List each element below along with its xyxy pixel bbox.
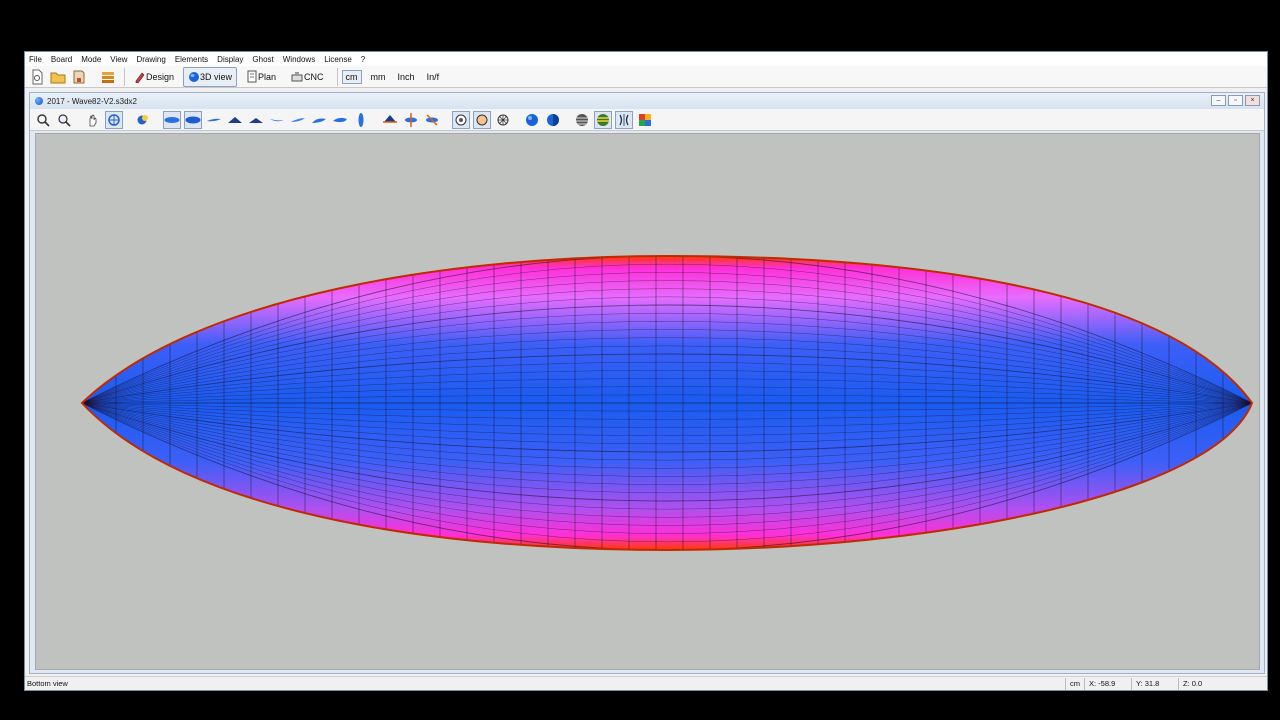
axis-y-icon[interactable] (402, 111, 420, 129)
unit-cm-button[interactable]: cm (341, 69, 362, 84)
shading-flat-icon[interactable] (473, 110, 491, 129)
document-title-bar: 2017 - Wave82-V2.s3dx2 – ▫ × (30, 93, 1264, 109)
menu-display[interactable]: Display (217, 55, 243, 64)
tail-view-icon[interactable] (331, 111, 349, 129)
front-view-icon[interactable] (226, 111, 244, 129)
surfboard-bottom-render[interactable] (36, 134, 1259, 669)
colors-icon[interactable] (636, 111, 654, 129)
mode-cnc-button[interactable]: CNC (285, 67, 329, 87)
menu-bar: File Board Mode View Drawing Elements Di… (25, 52, 1267, 66)
menu-ghost[interactable]: Ghost (252, 55, 273, 64)
document-icon (35, 97, 43, 105)
perspective-left-icon[interactable] (289, 111, 307, 129)
axis-x-icon[interactable] (381, 111, 399, 129)
pan-hand-icon[interactable] (84, 111, 102, 129)
open-file-icon[interactable] (49, 68, 67, 86)
menu-help[interactable]: ? (361, 55, 365, 64)
app-window: File Board Mode View Drawing Elements Di… (24, 51, 1268, 691)
edge-view-icon[interactable] (352, 111, 370, 129)
status-unit: cm (1065, 678, 1084, 690)
shading-smooth-icon[interactable] (452, 110, 470, 129)
menu-license[interactable]: License (324, 55, 352, 64)
minimize-button[interactable]: – (1211, 95, 1226, 106)
side-view-icon[interactable] (205, 111, 223, 129)
menu-file[interactable]: File (29, 55, 42, 64)
save-file-icon[interactable] (70, 68, 88, 86)
mode-design-button[interactable]: Design (129, 67, 179, 87)
plan-icon (247, 70, 257, 83)
top-view-icon[interactable] (163, 110, 181, 129)
menu-drawing[interactable]: Drawing (136, 55, 165, 64)
close-button[interactable]: × (1245, 95, 1260, 106)
menu-windows[interactable]: Windows (283, 55, 315, 64)
zoom-icon[interactable] (34, 111, 52, 129)
unit-inf-button[interactable]: In/f (424, 71, 443, 83)
new-board-icon[interactable] (28, 68, 46, 86)
sphere-zebra-icon[interactable] (594, 110, 612, 129)
unit-inch-button[interactable]: Inch (395, 71, 418, 83)
menu-mode[interactable]: Mode (81, 55, 101, 64)
axis-z-icon[interactable] (423, 111, 441, 129)
document-title: 2017 - Wave82-V2.s3dx2 (47, 96, 137, 106)
mode-toolbar: Design 3D view Plan CNC cm mm Inch In/f (25, 66, 1267, 88)
wireframe-icon[interactable] (494, 111, 512, 129)
menu-board[interactable]: Board (51, 55, 72, 64)
rotate-icon[interactable] (105, 110, 123, 129)
unit-mm-button[interactable]: mm (368, 71, 389, 83)
bottom-view-icon[interactable] (184, 110, 202, 129)
sphere-blue-icon[interactable] (523, 111, 541, 129)
status-z-coord: Z: 0.0 (1178, 678, 1241, 690)
mode-3d-view-label: 3D view (200, 71, 233, 82)
mode-cnc-label: CNC (304, 71, 324, 82)
3d-viewport[interactable] (35, 133, 1260, 670)
light-icon[interactable] (134, 111, 152, 129)
back-view-icon[interactable] (247, 111, 265, 129)
status-x-coord: X: -58.9 (1084, 678, 1131, 690)
document-window: 2017 - Wave82-V2.s3dx2 – ▫ × (29, 92, 1265, 674)
mirror-icon[interactable] (615, 110, 633, 129)
sphere-half-icon[interactable] (544, 111, 562, 129)
status-bar: Bottom view cm X: -58.9 Y: 31.8 Z: 0.0 (25, 676, 1267, 690)
zoom-window-icon[interactable] (55, 111, 73, 129)
board-mesh-grid (82, 256, 1252, 550)
status-view-name: Bottom view (27, 679, 68, 688)
restore-button[interactable]: ▫ (1228, 95, 1243, 106)
rocker-view-icon[interactable] (268, 111, 286, 129)
menu-elements[interactable]: Elements (175, 55, 208, 64)
mode-plan-button[interactable]: Plan (241, 67, 281, 87)
status-y-coord: Y: 31.8 (1131, 678, 1178, 690)
mode-3d-view-button[interactable]: 3D view (183, 66, 238, 87)
sphere-striped-icon[interactable] (573, 111, 591, 129)
globe-icon (189, 71, 200, 82)
view-toolbar (30, 109, 1264, 131)
cnc-machine-icon (291, 71, 303, 81)
mode-design-label: Design (146, 71, 175, 82)
stack-icon[interactable] (99, 68, 117, 86)
pencil-icon (135, 72, 145, 83)
perspective-right-icon[interactable] (310, 111, 328, 129)
mode-plan-label: Plan (258, 71, 277, 82)
menu-view[interactable]: View (110, 55, 127, 64)
